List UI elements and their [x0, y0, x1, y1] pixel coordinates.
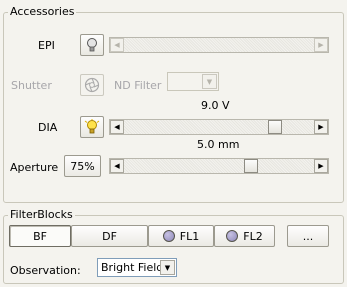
epi-slider-left-arrow[interactable]: ◀	[110, 38, 124, 52]
epi-slider[interactable]: ◀ ▶	[109, 37, 329, 53]
dia-slider-left-arrow[interactable]: ◀	[110, 120, 124, 134]
dia-lamp-button[interactable]	[80, 116, 104, 138]
dia-slider[interactable]: ◀ ▶	[109, 119, 329, 135]
dia-label: DIA	[38, 121, 58, 134]
aperture-value: 5.0 mm	[197, 138, 240, 151]
filter-df-button[interactable]: DF	[71, 225, 148, 247]
shutter-icon	[84, 77, 100, 93]
observation-value: Bright Field	[101, 261, 164, 274]
filter-fl1-button[interactable]: FL1	[148, 225, 214, 247]
shutter-label: Shutter	[11, 79, 52, 92]
fluorescence-circle-icon	[226, 230, 239, 242]
accessories-title: Accessories	[8, 5, 77, 18]
filterblocks-title: FilterBlocks	[8, 208, 75, 221]
nd-filter-label: ND Filter	[114, 79, 162, 92]
dia-slider-right-arrow[interactable]: ▶	[314, 120, 328, 134]
epi-slider-right-arrow[interactable]: ▶	[314, 38, 328, 52]
filter-df-label: DF	[102, 229, 117, 243]
aperture-slider-left-arrow[interactable]: ◀	[110, 159, 124, 173]
shutter-button[interactable]	[80, 74, 104, 96]
observation-label: Observation:	[10, 264, 81, 277]
aperture-slider-right-arrow[interactable]: ▶	[314, 159, 328, 173]
epi-label: EPI	[38, 39, 55, 52]
aperture-slider-thumb[interactable]	[243, 159, 258, 173]
dia-voltage-value: 9.0 V	[201, 99, 230, 112]
filter-fl2-button[interactable]: FL2	[214, 225, 275, 247]
epi-lamp-button[interactable]	[80, 34, 104, 56]
aperture-label: Aperture	[10, 161, 59, 174]
filter-bf-button[interactable]: BF	[9, 225, 71, 247]
aperture-slider[interactable]: ◀ ▶	[109, 158, 329, 174]
aperture-percent-button[interactable]: 75%	[64, 155, 101, 177]
nd-filter-select[interactable]: ▼	[167, 72, 219, 91]
filter-more-button[interactable]: ...	[287, 225, 329, 247]
lamp-icon	[87, 38, 97, 52]
chevron-down-icon[interactable]: ▼	[202, 74, 217, 89]
filter-fl1-label: FL1	[179, 229, 200, 243]
fluorescence-circle-icon	[162, 230, 175, 242]
chevron-down-icon[interactable]: ▼	[160, 260, 175, 275]
dia-slider-thumb[interactable]	[268, 120, 283, 134]
observation-select[interactable]: Bright Field ▼	[97, 258, 177, 277]
filter-bf-label: BF	[33, 229, 47, 243]
filter-more-label: ...	[302, 229, 314, 243]
lamp-on-icon	[84, 119, 100, 134]
filter-fl2-label: FL2	[243, 229, 263, 243]
